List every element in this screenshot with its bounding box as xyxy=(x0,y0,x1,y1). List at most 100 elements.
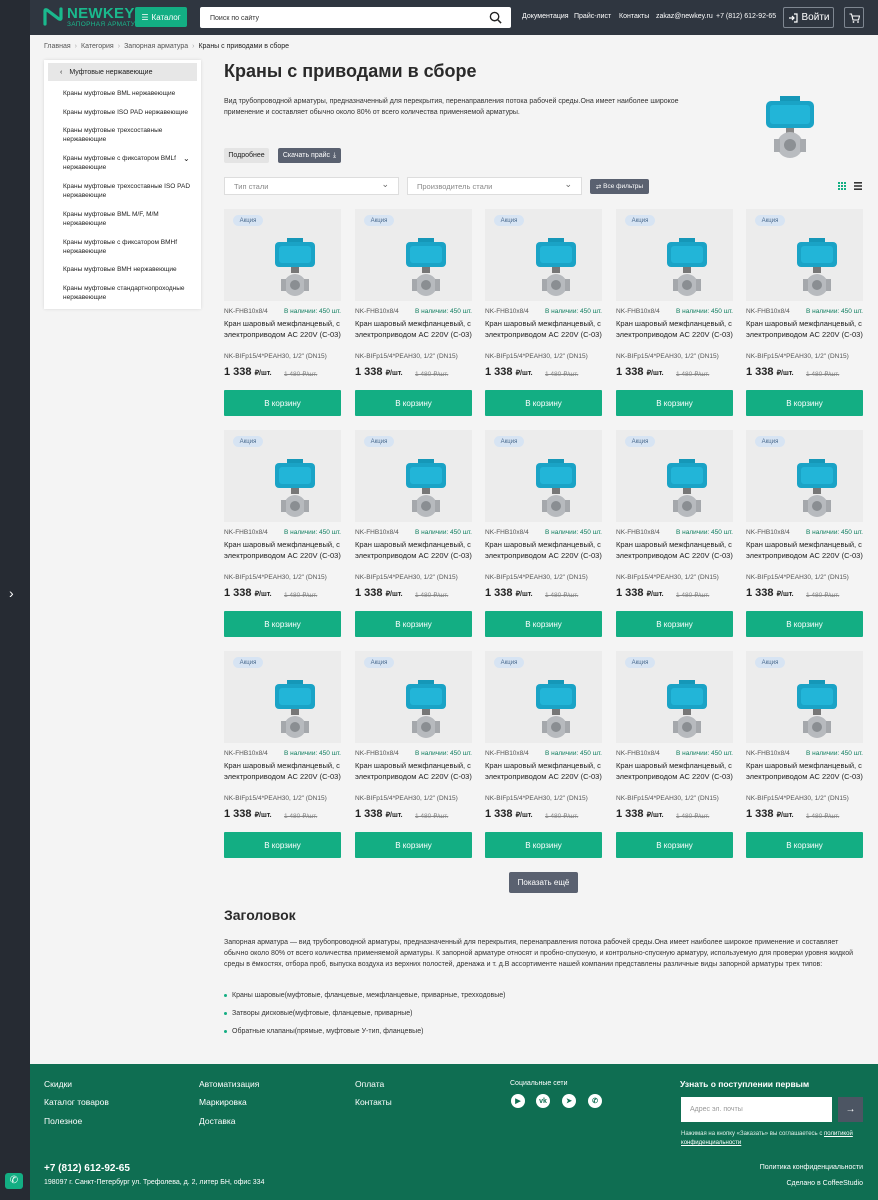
steel-type-select[interactable]: Тип стали ⌄ xyxy=(224,177,399,195)
product-name[interactable]: Кран шаровый межфланцевый, с электроприв… xyxy=(485,540,602,561)
download-price-button[interactable]: Скачать прайс ⤓ xyxy=(278,148,341,163)
product-card[interactable]: Акция NK-FHB10x8/4 В наличии: 450 шт. Кран … xyxy=(355,430,472,638)
product-card[interactable]: Акция NK-FHB10x8/4 В наличии: 450 шт. Кран … xyxy=(485,430,602,638)
product-name[interactable]: Кран шаровый межфланцевый, с электроприв… xyxy=(485,761,602,782)
breadcrumb-valves[interactable]: Запорная арматура xyxy=(124,43,188,50)
product-image-area[interactable]: Акция xyxy=(224,651,341,743)
sidebar-item[interactable]: Краны муфтовые BML M/F, M/M нержавеющие xyxy=(63,210,195,228)
footer-link[interactable]: Контакты xyxy=(355,1097,392,1107)
footer-link[interactable]: Каталог товаров xyxy=(44,1097,109,1107)
add-to-cart-button[interactable]: В корзину xyxy=(485,611,602,637)
steel-maker-select[interactable]: Производитель стали ⌄ xyxy=(407,177,582,195)
cart-button[interactable] xyxy=(844,7,864,28)
add-to-cart-button[interactable]: В корзину xyxy=(485,832,602,858)
product-image-area[interactable]: Акция xyxy=(485,430,602,522)
footer-made-by[interactable]: Сделано в CoffeeStudio xyxy=(787,1180,864,1187)
product-image-area[interactable]: Акция xyxy=(616,209,733,301)
chevron-down-icon[interactable]: ⌄ xyxy=(183,154,190,163)
product-image-area[interactable]: Акция xyxy=(355,651,472,743)
grid-view-icon[interactable] xyxy=(838,182,846,190)
sidebar-back[interactable]: ‹ Муфтовые нержавеющие xyxy=(48,63,197,81)
sidebar-item[interactable]: Краны муфтовые стандартнопроходные нержа… xyxy=(63,284,195,302)
footer-link[interactable]: Скидки xyxy=(44,1079,72,1089)
add-to-cart-button[interactable]: В корзину xyxy=(355,611,472,637)
product-image-area[interactable]: Акция xyxy=(355,209,472,301)
sidebar-item[interactable]: Краны муфтовые BML нержавеющие xyxy=(63,89,195,98)
product-image-area[interactable]: Акция xyxy=(224,209,341,301)
product-image-area[interactable]: Акция xyxy=(485,651,602,743)
add-to-cart-button[interactable]: В корзину xyxy=(224,390,341,416)
sidebar-item[interactable]: Краны муфтовые с фиксатором BMHf нержаве… xyxy=(63,238,195,256)
footer-link[interactable]: Оплата xyxy=(355,1079,384,1089)
add-to-cart-button[interactable]: В корзину xyxy=(355,832,472,858)
product-name[interactable]: Кран шаровый межфланцевый, с электроприв… xyxy=(224,540,341,561)
product-card[interactable]: Акция NK-FHB10x8/4 В наличии: 450 шт. Кран … xyxy=(224,209,341,417)
login-button[interactable]: Войти xyxy=(783,7,834,28)
product-image-area[interactable]: Акция xyxy=(224,430,341,522)
product-name[interactable]: Кран шаровый межфланцевый, с электроприв… xyxy=(746,761,863,782)
add-to-cart-button[interactable]: В корзину xyxy=(746,611,863,637)
add-to-cart-button[interactable]: В корзину xyxy=(746,390,863,416)
product-name[interactable]: Кран шаровый межфланцевый, с электроприв… xyxy=(746,319,863,340)
nav-docs[interactable]: Документация xyxy=(522,13,569,20)
product-name[interactable]: Кран шаровый межфланцевый, с электроприв… xyxy=(355,761,472,782)
product-card[interactable]: Акция NK-FHB10x8/4 В наличии: 450 шт. Кран … xyxy=(485,209,602,417)
add-to-cart-button[interactable]: В корзину xyxy=(224,832,341,858)
product-name[interactable]: Кран шаровый межфланцевый, с электроприв… xyxy=(616,540,733,561)
footer-link[interactable]: Полезное xyxy=(44,1116,82,1126)
product-card[interactable]: Акция NK-FHB10x8/4 В наличии: 450 шт. Кран … xyxy=(746,430,863,638)
telegram-icon[interactable]: ➤ xyxy=(562,1094,576,1108)
product-image-area[interactable]: Акция xyxy=(616,430,733,522)
breadcrumb-home[interactable]: Главная xyxy=(44,43,71,50)
all-filters-button[interactable]: ⇄ Все фильтры xyxy=(590,179,649,194)
sidebar-item[interactable]: Краны муфтовые BMH нержавеющие xyxy=(63,265,195,274)
chevron-right-icon[interactable]: › xyxy=(9,586,14,600)
product-card[interactable]: Акция NK-FHB10x8/4 В наличии: 450 шт. Кран … xyxy=(616,430,733,638)
product-name[interactable]: Кран шаровый межфланцевый, с электроприв… xyxy=(355,319,472,340)
add-to-cart-button[interactable]: В корзину xyxy=(485,390,602,416)
product-image-area[interactable]: Акция xyxy=(746,651,863,743)
show-more-button[interactable]: Показать ещё xyxy=(509,872,578,893)
product-card[interactable]: Акция NK-FHB10x8/4 В наличии: 450 шт. Кран … xyxy=(616,651,733,859)
add-to-cart-button[interactable]: В корзину xyxy=(746,832,863,858)
add-to-cart-button[interactable]: В корзину xyxy=(355,390,472,416)
sidebar-item[interactable]: Краны муфтовые трехсоставные ISO PAD нер… xyxy=(63,182,195,200)
add-to-cart-button[interactable]: В корзину xyxy=(616,832,733,858)
product-name[interactable]: Кран шаровый межфланцевый, с электроприв… xyxy=(485,319,602,340)
product-card[interactable]: Акция NK-FHB10x8/4 В наличии: 450 шт. Кран … xyxy=(485,651,602,859)
product-name[interactable]: Кран шаровый межфланцевый, с электроприв… xyxy=(616,761,733,782)
footer-link[interactable]: Маркировка xyxy=(199,1097,247,1107)
header-phone[interactable]: +7 (812) 612-92-65 xyxy=(716,13,776,20)
search-input[interactable] xyxy=(200,8,470,29)
nav-price-list[interactable]: Прайс-лист xyxy=(574,13,611,20)
sidebar-item[interactable]: Краны муфтовые ISO PAD нержавеющие xyxy=(63,108,195,117)
sidebar-item[interactable]: Краны муфтовые трехсоставные нержавеющие xyxy=(63,126,195,144)
footer-privacy-link[interactable]: Политика конфиденциальности xyxy=(760,1164,863,1171)
product-image-area[interactable]: Акция xyxy=(746,209,863,301)
phone-icon[interactable]: ✆ xyxy=(5,1173,23,1189)
footer-link[interactable]: Автоматизация xyxy=(199,1079,259,1089)
breadcrumb-category[interactable]: Категория xyxy=(81,43,114,50)
add-to-cart-button[interactable]: В корзину xyxy=(616,611,733,637)
youtube-icon[interactable]: ▶ xyxy=(511,1094,525,1108)
product-card[interactable]: Акция NK-FHB10x8/4 В наличии: 450 шт. Кран … xyxy=(224,651,341,859)
product-name[interactable]: Кран шаровый межфланцевый, с электроприв… xyxy=(355,540,472,561)
product-image-area[interactable]: Акция xyxy=(355,430,472,522)
product-card[interactable]: Акция NK-FHB10x8/4 В наличии: 450 шт. Кран … xyxy=(224,430,341,638)
footer-link[interactable]: Доставка xyxy=(199,1116,236,1126)
product-card[interactable]: Акция NK-FHB10x8/4 В наличии: 450 шт. Кран … xyxy=(746,209,863,417)
product-card[interactable]: Акция NK-FHB10x8/4 В наличии: 450 шт. Кран … xyxy=(355,651,472,859)
newsletter-submit-button[interactable]: → xyxy=(838,1097,863,1122)
product-image-area[interactable]: Акция xyxy=(746,430,863,522)
whatsapp-icon[interactable]: ✆ xyxy=(588,1094,602,1108)
product-card[interactable]: Акция NK-FHB10x8/4 В наличии: 450 шт. Кран … xyxy=(355,209,472,417)
sidebar-item[interactable]: Краны муфтовые с фиксатором BMLf нержаве… xyxy=(63,154,181,172)
add-to-cart-button[interactable]: В корзину xyxy=(616,390,733,416)
search-icon[interactable] xyxy=(489,11,502,24)
product-name[interactable]: Кран шаровый межфланцевый, с электроприв… xyxy=(616,319,733,340)
vk-icon[interactable]: vk xyxy=(536,1094,550,1108)
product-name[interactable]: Кран шаровый межфланцевый, с электроприв… xyxy=(224,319,341,340)
product-name[interactable]: Кран шаровый межфланцевый, с электроприв… xyxy=(224,761,341,782)
product-card[interactable]: Акция NK-FHB10x8/4 В наличии: 450 шт. Кран … xyxy=(746,651,863,859)
newsletter-email-input[interactable] xyxy=(681,1097,832,1122)
